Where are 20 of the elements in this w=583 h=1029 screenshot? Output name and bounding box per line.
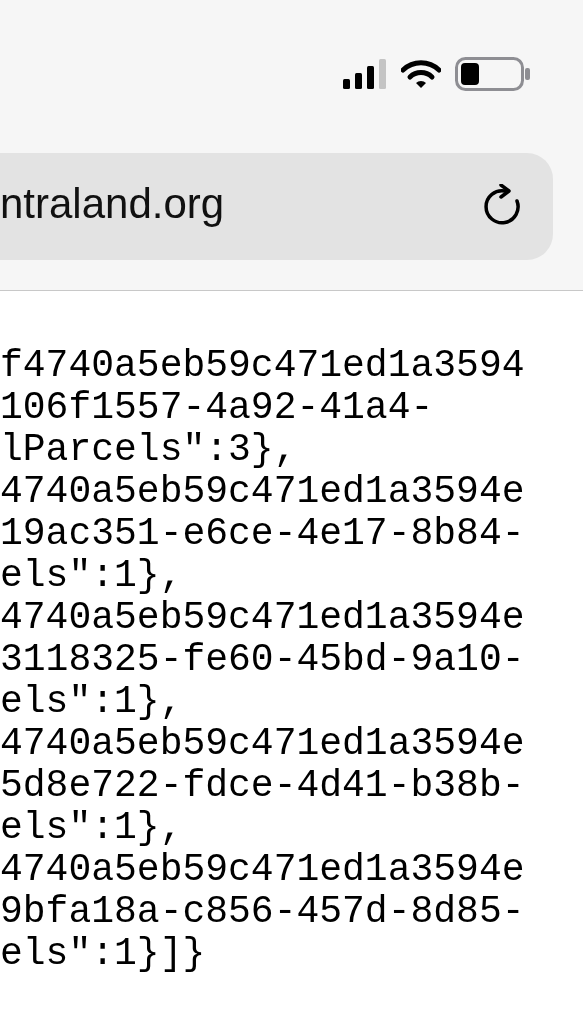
address-bar[interactable]: ntraland.org [0,153,553,260]
code-line: 4740a5eb59c471ed1a3594e [0,723,525,765]
battery-icon [455,57,531,91]
code-line: 3118325-fe60-45bd-9a10- [0,639,525,681]
url-text: ntraland.org [0,179,225,228]
code-line: 9bfa18a-c856-457d-8d85- [0,891,525,933]
code-line: els":1}, [0,555,183,597]
code-line: els":1}]} [0,933,206,975]
code-line: els":1}, [0,807,183,849]
code-line: lParcels":3}, [0,429,297,471]
code-line: 106f1557-4a92-41a4- [0,387,434,429]
code-line: els":1}, [0,681,183,723]
code-line: f4740a5eb59c471ed1a3594 [0,345,525,387]
code-line: 4740a5eb59c471ed1a3594e [0,849,525,891]
code-line: 4740a5eb59c471ed1a3594e [0,471,525,513]
signal-icon [343,59,387,89]
wifi-icon [401,59,441,89]
code-line: 5d8e722-fdce-4d41-b38b- [0,765,525,807]
code-line: 4740a5eb59c471ed1a3594e [0,597,525,639]
code-line: 19ac351-e6ce-4e17-8b84- [0,513,525,555]
